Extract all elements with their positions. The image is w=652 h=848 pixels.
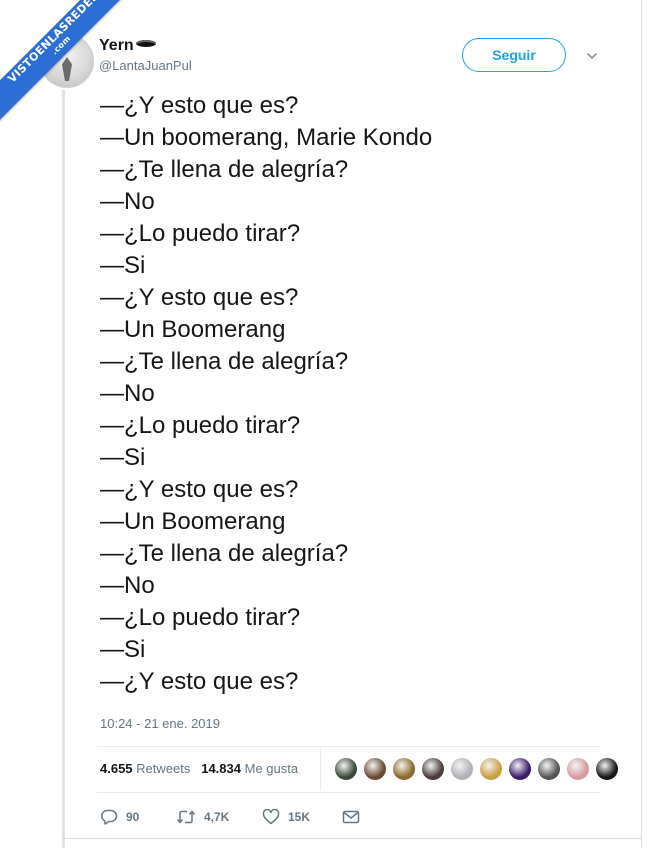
tweet-actions: 90 4,7K 15K <box>100 806 368 828</box>
divider <box>97 746 600 747</box>
tweet-timestamp[interactable]: 10:24 - 21 ene. 2019 <box>100 716 220 731</box>
tweet-text: —¿Y esto que es? —Un boomerang, Marie Ko… <box>100 90 432 698</box>
retweets-count: 4.655 <box>100 761 133 776</box>
liker-avatar[interactable] <box>479 757 503 781</box>
tweet-stats: 4.655 Retweets 14.834 Me gusta <box>100 761 298 776</box>
liker-avatar[interactable] <box>334 757 358 781</box>
likes-stat[interactable]: 14.834 Me gusta <box>201 761 298 776</box>
follow-button[interactable]: Seguir <box>462 38 566 72</box>
author-display-name[interactable]: Yern <box>99 37 156 55</box>
tweet-line: —¿Y esto que es? <box>100 476 299 503</box>
tweet-line: —¿Y esto que es? <box>100 668 299 695</box>
tweet-line: —No <box>100 380 155 407</box>
frame-bottom-border <box>62 838 642 839</box>
chevron-down-icon[interactable] <box>585 49 599 63</box>
tweet-line: —¿Y esto que es? <box>100 284 299 311</box>
like-button[interactable]: 15K <box>262 809 342 825</box>
tweet-line: —Si <box>100 636 146 663</box>
retweets-label: Retweets <box>136 761 191 776</box>
tweet-line: —¿Y esto que es? <box>100 92 299 119</box>
tweet-line: —Un boomerang, Marie Kondo <box>100 124 433 151</box>
retweet-icon <box>176 810 196 824</box>
tweet-line: —Un Boomerang <box>100 316 286 343</box>
tweet-line: —No <box>100 572 155 599</box>
retweet-button[interactable]: 4,7K <box>176 809 262 825</box>
frame-right-border <box>641 0 642 848</box>
tweet-line: —¿Te llena de alegría? <box>100 156 349 183</box>
reply-icon <box>101 809 118 825</box>
divider <box>97 792 600 793</box>
tweet-line: —¿Lo puedo tirar? <box>100 220 301 247</box>
envelope-icon <box>342 810 360 824</box>
heart-icon <box>262 809 280 825</box>
likers-avatars <box>334 757 624 783</box>
liker-avatar[interactable] <box>421 757 445 781</box>
reply-count: 90 <box>126 810 140 824</box>
tweet-line: —Si <box>100 444 146 471</box>
direct-message-button[interactable] <box>342 810 368 824</box>
reply-button[interactable]: 90 <box>100 809 176 825</box>
likes-count: 14.834 <box>201 761 241 776</box>
retweets-stat[interactable]: 4.655 Retweets <box>100 761 190 776</box>
tweet-line: —¿Lo puedo tirar? <box>100 604 301 631</box>
liker-avatar[interactable] <box>363 757 387 781</box>
liker-avatar[interactable] <box>508 757 532 781</box>
tweet-line: —¿Te llena de alegría? <box>100 540 349 567</box>
stats-separator <box>320 748 321 790</box>
tweet-line: —No <box>100 188 155 215</box>
liker-avatar[interactable] <box>450 757 474 781</box>
tweet-line: —Si <box>100 252 146 279</box>
liker-avatar[interactable] <box>392 757 416 781</box>
author-name-text: Yern <box>99 37 134 54</box>
retweet-count: 4,7K <box>204 810 230 824</box>
liker-avatar[interactable] <box>595 757 619 781</box>
author-handle[interactable]: @LantaJuanPul <box>99 58 192 73</box>
tweet-line: —Un Boomerang <box>100 508 286 535</box>
hat-icon <box>135 40 156 47</box>
tweet-line: —¿Lo puedo tirar? <box>100 412 301 439</box>
likes-label: Me gusta <box>244 761 299 776</box>
avatar-image <box>62 57 72 81</box>
tweet-line: —¿Te llena de alegría? <box>100 348 349 375</box>
frame-left-border <box>62 90 65 848</box>
liker-avatar[interactable] <box>566 757 590 781</box>
liker-avatar[interactable] <box>537 757 561 781</box>
like-count: 15K <box>288 810 311 824</box>
